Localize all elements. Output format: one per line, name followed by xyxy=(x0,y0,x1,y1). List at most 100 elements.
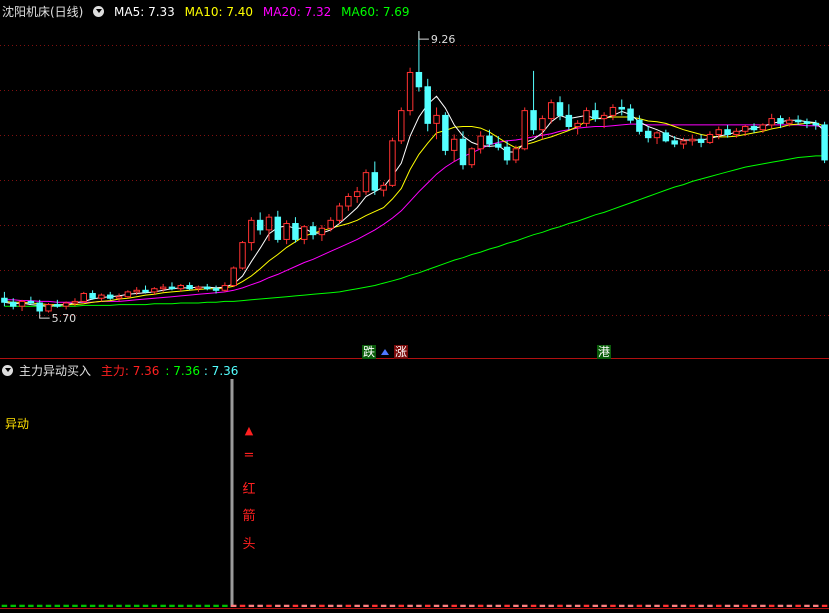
indicator-bar xyxy=(222,604,228,607)
candle-body xyxy=(89,292,96,299)
indicator-bar xyxy=(283,604,290,607)
candle-body xyxy=(424,86,431,124)
candle-body xyxy=(592,110,599,120)
indicator-bar xyxy=(469,604,475,607)
ma20-line xyxy=(4,123,825,303)
indicator-bar xyxy=(292,604,299,607)
candle xyxy=(124,290,132,299)
arrow-annotation-char-1: 红 xyxy=(242,482,256,497)
candle xyxy=(292,217,299,243)
candle-body xyxy=(486,135,493,145)
indicator-bar xyxy=(389,604,396,607)
candle-body xyxy=(618,106,625,110)
candle-body xyxy=(406,71,414,112)
indicator-bar xyxy=(327,604,334,607)
candle-body xyxy=(265,216,273,231)
indicator-bar xyxy=(213,604,219,607)
candle xyxy=(697,134,705,148)
candle-body xyxy=(680,140,687,145)
indicator-bar xyxy=(742,604,748,607)
high-price-label: 9.26 xyxy=(431,33,456,46)
candle-body xyxy=(512,148,520,161)
indicator-bar xyxy=(663,604,669,607)
indicator-bar xyxy=(178,604,184,607)
indicator-bar xyxy=(72,604,78,607)
candle-body xyxy=(398,110,405,142)
indicator-bar xyxy=(557,604,563,607)
ma20-path xyxy=(4,123,825,303)
main-chart-header: 沈阳机床(日线) MA5: 7.33 MA10: 7.40 MA20: 7.32… xyxy=(2,5,416,19)
event-tag-die[interactable]: 跌 xyxy=(362,345,377,359)
candle-body xyxy=(292,223,299,240)
candle xyxy=(45,303,52,313)
event-tag-gang[interactable]: 港 xyxy=(597,345,612,359)
candle-body xyxy=(671,140,678,145)
candle xyxy=(239,241,246,270)
candle xyxy=(706,131,714,145)
candle-body xyxy=(468,148,476,166)
candle xyxy=(115,293,123,302)
candle xyxy=(221,282,229,292)
candle xyxy=(600,112,608,129)
indicator-bar xyxy=(680,604,687,607)
indicator-bar xyxy=(539,604,546,607)
indicator-bar xyxy=(433,604,440,607)
candle-body xyxy=(715,129,722,135)
candle xyxy=(1,291,8,307)
candle-body xyxy=(27,300,35,304)
candle-body xyxy=(733,130,740,135)
candle xyxy=(803,118,811,129)
candle-body xyxy=(583,110,590,124)
candle xyxy=(609,104,617,121)
indicator-bar xyxy=(301,604,307,607)
indicator-bar xyxy=(186,604,193,607)
candle-body xyxy=(107,294,114,299)
candle xyxy=(62,301,70,310)
indicator-bar xyxy=(160,604,166,607)
candle xyxy=(36,299,43,315)
candle-body xyxy=(309,226,317,236)
candle-body xyxy=(71,300,79,304)
candle xyxy=(389,137,396,187)
candle-body xyxy=(168,286,176,290)
candle-body xyxy=(336,205,343,221)
indicator-bar xyxy=(204,604,210,607)
arrow-annotation-char-2: 箭 xyxy=(242,509,256,524)
candle xyxy=(653,131,661,145)
event-tag-zhang[interactable]: 涨 xyxy=(394,345,409,359)
indicator-bar xyxy=(275,604,281,607)
ma10-label: MA10: 7.40 xyxy=(184,5,254,19)
candle xyxy=(309,221,317,240)
indicator-bar xyxy=(671,604,678,607)
candle xyxy=(821,121,828,164)
price-grid xyxy=(0,45,829,316)
candle-body xyxy=(151,288,158,293)
candle-body xyxy=(803,121,811,124)
indicator-bar xyxy=(716,604,722,607)
candle xyxy=(186,282,193,291)
indicator-bar xyxy=(522,604,528,607)
indicator-bar xyxy=(125,604,131,607)
candle xyxy=(336,202,343,224)
indicator-bar xyxy=(813,604,819,607)
triangle-up-icon xyxy=(381,349,389,355)
candle-body xyxy=(636,119,643,132)
indicator-bar xyxy=(698,604,704,607)
low-price-label: 5.70 xyxy=(52,312,77,325)
candle-body xyxy=(609,106,617,116)
candle xyxy=(768,113,775,129)
candle xyxy=(521,107,528,151)
indicator-chart[interactable] xyxy=(0,359,829,613)
indicator-bar xyxy=(354,604,360,607)
candle-body xyxy=(54,304,61,307)
candle-body xyxy=(283,223,290,240)
dropdown-circle-icon[interactable] xyxy=(93,6,105,17)
stock-name: 沈阳机床(日线) xyxy=(2,5,84,19)
dropdown-circle-icon[interactable] xyxy=(2,365,13,376)
candle xyxy=(230,266,237,288)
candle-body xyxy=(80,292,88,302)
main-price-chart[interactable]: 9.26 5.70 xyxy=(0,0,829,359)
indicator-bar xyxy=(786,604,793,607)
indicator-bar xyxy=(821,604,828,607)
candle-body xyxy=(724,129,731,135)
